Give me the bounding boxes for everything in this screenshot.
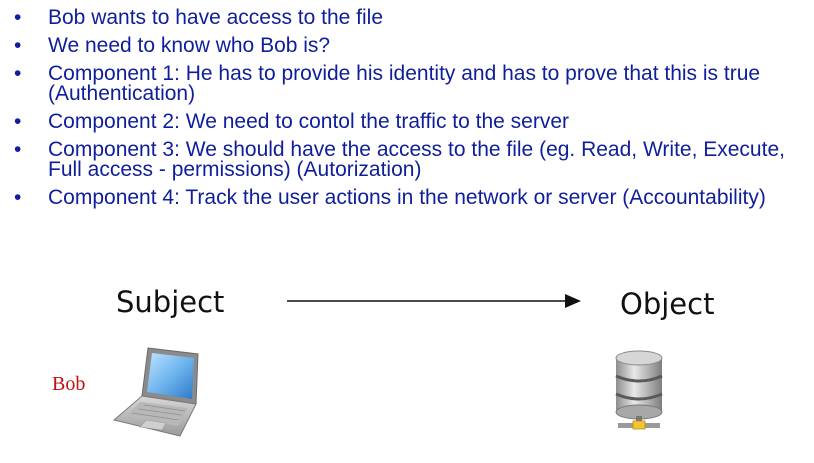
bullet-item: • Component 4: Track the user actions in… bbox=[14, 186, 804, 209]
bullet-item: • Component 1: He has to provide his ide… bbox=[14, 62, 804, 105]
bullet-marker: • bbox=[14, 186, 22, 209]
bullet-text: Component 2: We need to contol the traff… bbox=[48, 110, 570, 133]
bullet-marker: • bbox=[14, 6, 22, 29]
arrow-icon bbox=[287, 294, 581, 308]
object-label: Object bbox=[620, 287, 715, 321]
bullet-text: Bob wants to have access to the file bbox=[48, 6, 384, 29]
bullet-text: Component 4: Track the user actions in t… bbox=[48, 186, 766, 209]
bullet-item: • Component 2: We need to contol the tra… bbox=[14, 110, 804, 133]
database-server-icon bbox=[615, 350, 663, 430]
bullet-marker: • bbox=[14, 34, 22, 57]
bullet-marker: • bbox=[14, 62, 22, 85]
bullet-text: We need to know who Bob is? bbox=[48, 34, 331, 57]
laptop-icon bbox=[112, 347, 199, 437]
bullet-marker: • bbox=[14, 110, 22, 133]
bullet-text: Component 1: He has to provide his ident… bbox=[48, 62, 761, 105]
subject-label: Subject bbox=[116, 285, 225, 319]
bullet-text: Component 3: We should have the access t… bbox=[48, 138, 785, 181]
user-label-bob: Bob bbox=[52, 373, 86, 395]
bullet-item: • Component 3: We should have the access… bbox=[14, 138, 804, 181]
bullet-marker: • bbox=[14, 138, 22, 161]
bullet-item: • Bob wants to have access to the file bbox=[14, 6, 804, 29]
bullet-item: • We need to know who Bob is? bbox=[14, 34, 804, 57]
bullet-list: • Bob wants to have access to the file •… bbox=[14, 6, 804, 216]
